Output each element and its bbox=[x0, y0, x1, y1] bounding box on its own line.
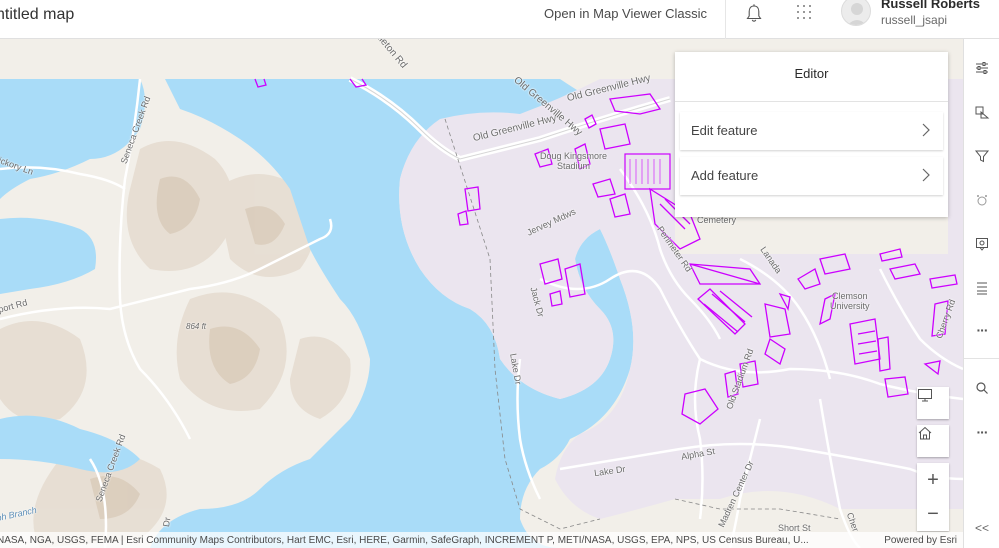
map-title[interactable]: ntitled map bbox=[0, 6, 74, 24]
editor-title: Editor bbox=[794, 66, 829, 81]
zoom-in-button[interactable]: + bbox=[917, 463, 949, 497]
monitor-icon bbox=[918, 389, 932, 402]
effects-icon bbox=[977, 195, 987, 206]
user-username: russell_jsapi bbox=[881, 13, 948, 27]
chevron-right-icon bbox=[922, 123, 930, 137]
notifications-bell-icon[interactable] bbox=[745, 3, 763, 25]
toolbar-filter-button[interactable] bbox=[964, 141, 999, 171]
toolbar-fields-button[interactable] bbox=[964, 273, 999, 303]
right-toolbar: ··· ··· << bbox=[963, 39, 999, 548]
toolbar-effects-button[interactable] bbox=[964, 185, 999, 215]
toolbar-popups-button[interactable] bbox=[964, 229, 999, 259]
edit-feature-button[interactable]: Edit feature bbox=[680, 112, 943, 150]
zoom-control: + − bbox=[917, 463, 949, 531]
map-label-stadium: Doug Kingsmore Stadium bbox=[540, 151, 608, 171]
filter-icon bbox=[974, 150, 990, 163]
user-avatar[interactable] bbox=[841, 0, 871, 26]
toolbar-styles-button[interactable] bbox=[964, 97, 999, 127]
map-label-road: Dr bbox=[161, 516, 173, 528]
user-full-name[interactable]: Russell Roberts bbox=[881, 0, 980, 11]
search-icon bbox=[976, 382, 988, 394]
toolbar-divider bbox=[964, 358, 999, 359]
sliders-icon bbox=[976, 62, 988, 74]
toolbar-properties-button[interactable] bbox=[964, 53, 999, 83]
editor-panel: Editor Edit feature Add feature bbox=[675, 52, 948, 217]
shapes-icon bbox=[975, 106, 990, 119]
map-label-university: Clemson University bbox=[830, 291, 870, 311]
map-attribution: NASA, NGA, USGS, FEMA | Esri Community M… bbox=[0, 532, 963, 548]
zoom-out-button[interactable]: − bbox=[917, 497, 949, 531]
screenshot-widget-button[interactable] bbox=[917, 387, 949, 419]
map-label-elevation: 864 ft bbox=[186, 322, 207, 331]
edit-feature-label: Edit feature bbox=[691, 123, 758, 138]
attribution-text[interactable]: NASA, NGA, USGS, FEMA | Esri Community M… bbox=[0, 535, 809, 546]
home-icon bbox=[918, 426, 932, 440]
toolbar-more-button-2[interactable]: ··· bbox=[964, 417, 999, 447]
editor-divider bbox=[675, 101, 948, 102]
toolbar-collapse-button[interactable]: << bbox=[964, 513, 999, 543]
list-icon bbox=[977, 282, 987, 295]
toolbar-more-button[interactable]: ··· bbox=[964, 315, 999, 345]
add-feature-button[interactable]: Add feature bbox=[680, 157, 943, 195]
header-divider bbox=[725, 0, 726, 39]
user-silhouette-icon bbox=[847, 3, 867, 25]
toolbar-search-button[interactable] bbox=[964, 373, 999, 403]
popup-icon bbox=[976, 238, 988, 251]
chevron-right-icon bbox=[922, 168, 930, 182]
powered-by-esri[interactable]: Powered by Esri bbox=[884, 535, 957, 546]
home-button[interactable] bbox=[917, 425, 949, 457]
add-feature-label: Add feature bbox=[691, 168, 759, 183]
app-launcher-grid-icon[interactable] bbox=[795, 2, 813, 24]
open-map-viewer-classic-link[interactable]: Open in Map Viewer Classic bbox=[544, 6, 707, 21]
app-header: ntitled map Open in Map Viewer Classic R… bbox=[0, 0, 999, 39]
